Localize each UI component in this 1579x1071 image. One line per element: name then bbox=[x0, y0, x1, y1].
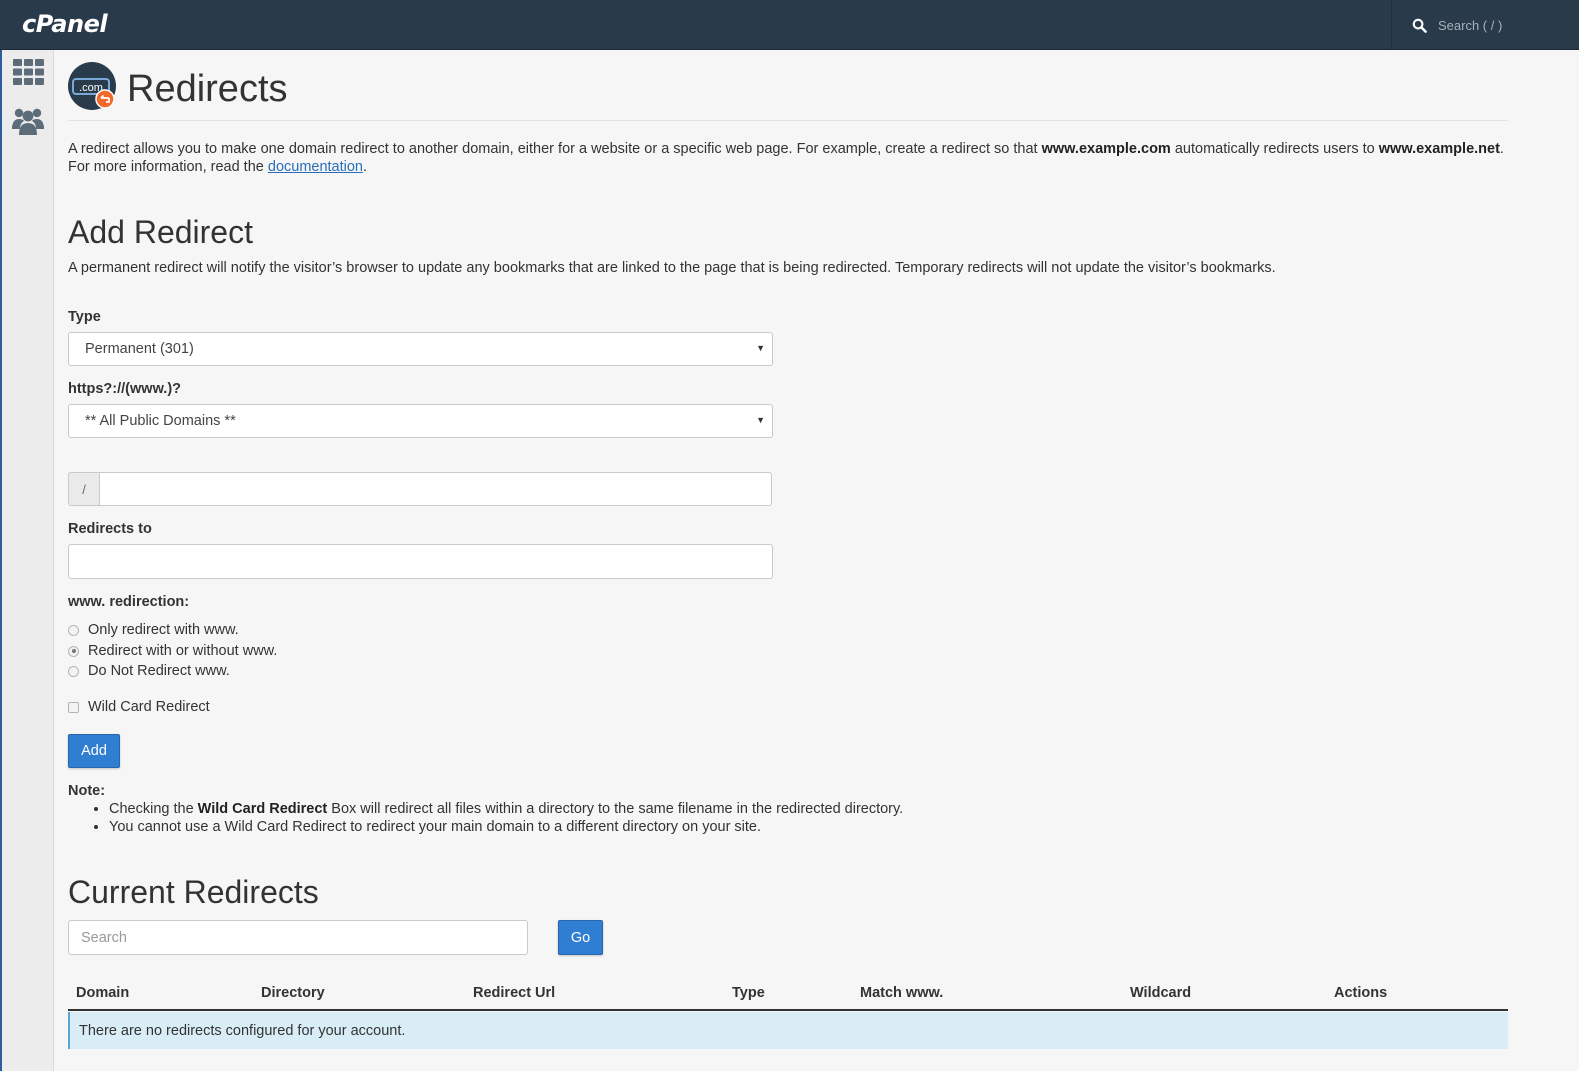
wildcard-redirect-checkbox[interactable]: Wild Card Redirect bbox=[68, 698, 210, 716]
search-placeholder: Search bbox=[81, 929, 127, 946]
documentation-link[interactable]: documentation bbox=[268, 159, 363, 175]
type-select-value: Permanent (301) bbox=[85, 341, 194, 357]
page-title: Redirects bbox=[127, 68, 288, 110]
radio-label: Only redirect with www. bbox=[88, 622, 239, 638]
radio-label: Do Not Redirect www. bbox=[88, 663, 230, 679]
radio-button[interactable] bbox=[68, 645, 79, 657]
column-actions: Actions bbox=[1334, 985, 1388, 1001]
redirects-table-header: Domain Directory Redirect Url Type Match… bbox=[68, 973, 1508, 1011]
intro-text: A redirect allows you to make one domain… bbox=[68, 140, 1508, 176]
radio-button[interactable] bbox=[68, 665, 79, 677]
intro-example-target: www.example.net bbox=[1378, 141, 1500, 157]
column-directory[interactable]: Directory bbox=[261, 985, 325, 1001]
go-button[interactable]: Go bbox=[558, 920, 603, 955]
grid-icon[interactable] bbox=[12, 56, 44, 88]
note-title: Note: bbox=[68, 783, 106, 799]
column-wildcard[interactable]: Wildcard bbox=[1130, 985, 1191, 1001]
add-button[interactable]: Add bbox=[68, 734, 120, 768]
path-prefix: / bbox=[68, 472, 99, 506]
note-item: You cannot use a Wild Card Redirect to r… bbox=[109, 818, 903, 836]
domain-label: https?://(www.)? bbox=[68, 381, 182, 397]
current-redirects-heading: Current Redirects bbox=[68, 874, 319, 910]
caret-down-icon: ▼ bbox=[756, 343, 765, 353]
column-type[interactable]: Type bbox=[732, 985, 765, 1001]
column-match-www[interactable]: Match www. bbox=[860, 985, 943, 1001]
radio-button[interactable] bbox=[68, 624, 79, 636]
path-input-group: / bbox=[68, 472, 772, 506]
note-text: Checking the bbox=[109, 801, 198, 817]
search-icon bbox=[1412, 18, 1427, 33]
radio-do-not-redirect-www[interactable]: Do Not Redirect www. bbox=[68, 662, 230, 680]
radio-label: Redirect with or without www. bbox=[88, 643, 278, 659]
add-redirect-heading: Add Redirect bbox=[68, 214, 253, 250]
note-emphasis: Wild Card Redirect bbox=[197, 801, 328, 817]
global-search-placeholder: Search ( / ) bbox=[1438, 17, 1503, 33]
redirects-search-input[interactable]: Search bbox=[68, 920, 528, 955]
www-redirection-label: www. redirection: bbox=[68, 594, 190, 610]
radio-with-or-without-www[interactable]: Redirect with or without www. bbox=[68, 642, 277, 660]
column-redirect-url[interactable]: Redirect Url bbox=[473, 985, 555, 1001]
type-select[interactable]: Permanent (301) ▼ bbox=[68, 332, 773, 366]
radio-only-www[interactable]: Only redirect with www. bbox=[68, 621, 239, 639]
redirects-to-input[interactable] bbox=[68, 544, 773, 579]
global-search[interactable]: Search ( / ) bbox=[1391, 0, 1579, 50]
add-redirect-description: A permanent redirect will notify the vis… bbox=[68, 260, 1276, 276]
users-icon[interactable] bbox=[12, 104, 44, 136]
empty-table-message: There are no redirects configured for yo… bbox=[68, 1012, 1508, 1049]
wildcard-label: Wild Card Redirect bbox=[88, 699, 210, 715]
note-list: Checking the Wild Card Redirect Box will… bbox=[109, 800, 903, 836]
domain-select[interactable]: ** All Public Domains ** ▼ bbox=[68, 404, 773, 438]
checkbox[interactable] bbox=[68, 701, 79, 713]
top-navbar: cPanel Search ( / ) bbox=[0, 0, 1579, 50]
caret-down-icon: ▼ bbox=[756, 415, 765, 425]
intro-example-domain: www.example.com bbox=[1041, 141, 1171, 157]
path-input[interactable] bbox=[99, 472, 772, 506]
intro-part: A redirect allows you to make one domain… bbox=[68, 141, 1042, 157]
page-header: .com Redirects bbox=[68, 60, 1508, 121]
redirect-domain-icon: .com bbox=[68, 62, 116, 110]
note-item: Checking the Wild Card Redirect Box will… bbox=[109, 800, 903, 818]
sidebar bbox=[0, 50, 54, 1071]
note-text: Box will redirect all files within a dir… bbox=[327, 801, 904, 817]
domain-select-value: ** All Public Domains ** bbox=[85, 413, 236, 429]
intro-part: automatically redirects users to bbox=[1170, 141, 1379, 157]
column-domain[interactable]: Domain bbox=[76, 985, 129, 1001]
intro-part: . bbox=[363, 159, 368, 175]
redirects-to-label: Redirects to bbox=[68, 521, 152, 537]
type-label: Type bbox=[68, 309, 101, 325]
cpanel-logo[interactable]: cPanel bbox=[22, 10, 108, 38]
